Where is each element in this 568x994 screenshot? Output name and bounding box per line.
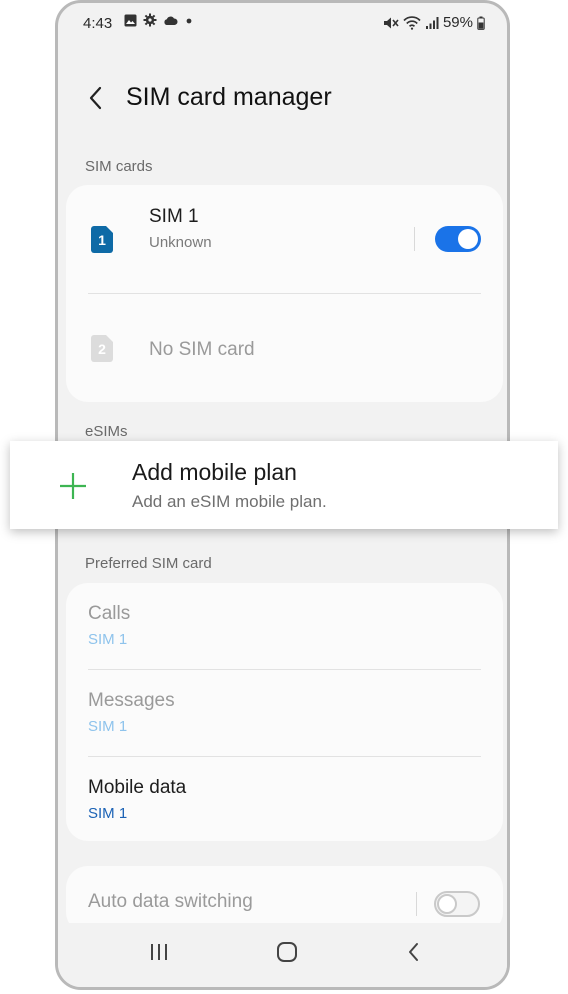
add-mobile-plan-subtitle: Add an eSIM mobile plan. xyxy=(132,492,327,511)
notification-dot-icon xyxy=(186,18,192,24)
messages-value: SIM 1 xyxy=(88,718,128,735)
recent-apps-icon[interactable] xyxy=(148,941,170,963)
calls-label: Calls xyxy=(88,603,131,624)
auto-switch-label: Auto data switching xyxy=(88,891,253,912)
sim1-name: SIM 1 xyxy=(149,206,199,227)
mobile-data-label: Mobile data xyxy=(88,777,187,798)
sim-cards-card: 1 SIM 1 Unknown 2 No SIM card xyxy=(66,185,503,402)
sim2-row: 2 No SIM card xyxy=(66,294,503,402)
page-title: SIM card manager xyxy=(126,83,332,111)
auto-switch-toggle xyxy=(434,891,480,917)
home-icon[interactable] xyxy=(275,940,299,964)
signal-icon xyxy=(425,16,439,29)
gear-icon xyxy=(143,13,157,27)
sim2-badge-icon: 2 xyxy=(91,335,113,362)
plus-icon xyxy=(60,473,86,499)
status-time: 4:43 xyxy=(83,15,113,32)
back-arrow-icon[interactable] xyxy=(84,83,108,113)
back-nav-icon[interactable] xyxy=(405,941,423,963)
wifi-icon xyxy=(403,15,421,30)
messages-label: Messages xyxy=(88,690,175,711)
navigation-bar xyxy=(58,923,507,987)
gallery-icon xyxy=(124,14,137,26)
section-label-preferred: Preferred SIM card xyxy=(85,555,212,572)
sim1-status: Unknown xyxy=(149,234,212,251)
calls-value: SIM 1 xyxy=(88,631,128,648)
preferred-sim-card: Calls SIM 1 Messages SIM 1 Mobile data S… xyxy=(66,583,503,841)
sim1-badge-icon: 1 xyxy=(91,226,113,253)
mobile-data-row[interactable]: Mobile data SIM 1 xyxy=(66,757,503,841)
cloud-icon xyxy=(164,16,178,25)
status-bar: 4:43 59% xyxy=(58,3,507,43)
add-mobile-plan-item[interactable]: Add mobile plan Add an eSIM mobile plan. xyxy=(10,441,558,529)
sim2-label: No SIM card xyxy=(149,339,255,360)
section-label-esims: eSIMs xyxy=(85,423,128,440)
mute-icon xyxy=(383,17,399,28)
section-label-sim-cards: SIM cards xyxy=(85,158,153,175)
messages-row: Messages SIM 1 xyxy=(66,670,503,756)
add-mobile-plan-title: Add mobile plan xyxy=(132,459,297,485)
app-header: SIM card manager xyxy=(58,73,507,125)
battery-percent: 59% xyxy=(442,14,473,31)
battery-icon xyxy=(477,16,485,30)
sim1-row[interactable]: 1 SIM 1 Unknown xyxy=(66,185,503,293)
mobile-data-value: SIM 1 xyxy=(88,805,128,822)
sim1-toggle[interactable] xyxy=(435,226,481,252)
calls-row: Calls SIM 1 xyxy=(66,583,503,669)
